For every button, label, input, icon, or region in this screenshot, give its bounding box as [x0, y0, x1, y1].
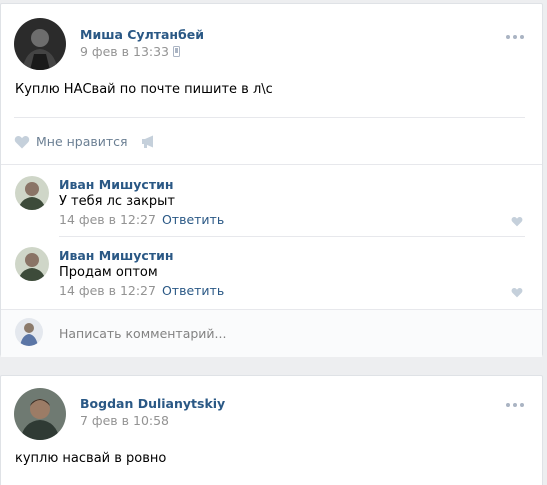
post-text: куплю насвай в ровно [15, 451, 167, 466]
user-avatar [15, 318, 43, 346]
comment-author[interactable]: Иван Мишустин [59, 248, 173, 263]
author-avatar[interactable] [14, 388, 66, 440]
reply-button[interactable]: Ответить [162, 283, 224, 298]
post-date[interactable]: 9 фев в 13:33 [80, 44, 181, 59]
divider [1, 164, 542, 165]
author-avatar[interactable] [14, 18, 66, 70]
divider [14, 117, 525, 118]
post-card: Миша Султанбей 9 фев в 13:33 Куплю НАСва… [0, 3, 543, 357]
like-label: Мне нравится [36, 134, 128, 149]
comment-author[interactable]: Иван Мишустин [59, 177, 173, 192]
megaphone-icon[interactable] [141, 135, 156, 148]
post-card: Bogdan Dulianytskiy 7 фев в 10:58 куплю … [0, 375, 543, 485]
post-author[interactable]: Bogdan Dulianytskiy [80, 396, 225, 411]
post-date[interactable]: 7 фев в 10:58 [80, 413, 169, 428]
comment-date[interactable]: 14 фев в 12:27 [59, 283, 156, 298]
post-text: Куплю НАСвай по почте пишите в л\с [15, 82, 273, 97]
comment-text: У тебя лс закрыт [59, 194, 176, 209]
heart-icon[interactable] [511, 216, 523, 227]
post-author[interactable]: Миша Султанбей [80, 27, 204, 42]
divider [59, 236, 525, 237]
comment-date[interactable]: 14 фев в 12:27 [59, 212, 156, 227]
more-icon[interactable] [506, 35, 524, 39]
like-button[interactable]: Мне нравится [14, 134, 128, 149]
comment-composer[interactable]: Написать комментарий... [1, 309, 542, 357]
comment-meta: 14 фев в 12:27 Ответить [59, 212, 224, 227]
comment-avatar[interactable] [15, 247, 49, 281]
comment-text: Продам оптом [59, 265, 158, 280]
heart-icon [14, 135, 30, 148]
post-date-text[interactable]: 9 фев в 13:33 [80, 44, 169, 59]
comment-input[interactable]: Написать комментарий... [59, 326, 226, 341]
reply-button[interactable]: Ответить [162, 212, 224, 227]
heart-icon[interactable] [511, 287, 523, 298]
comment-avatar[interactable] [15, 176, 49, 210]
comment-meta: 14 фев в 12:27 Ответить [59, 283, 224, 298]
more-icon[interactable] [506, 403, 524, 407]
phone-icon [173, 46, 181, 57]
